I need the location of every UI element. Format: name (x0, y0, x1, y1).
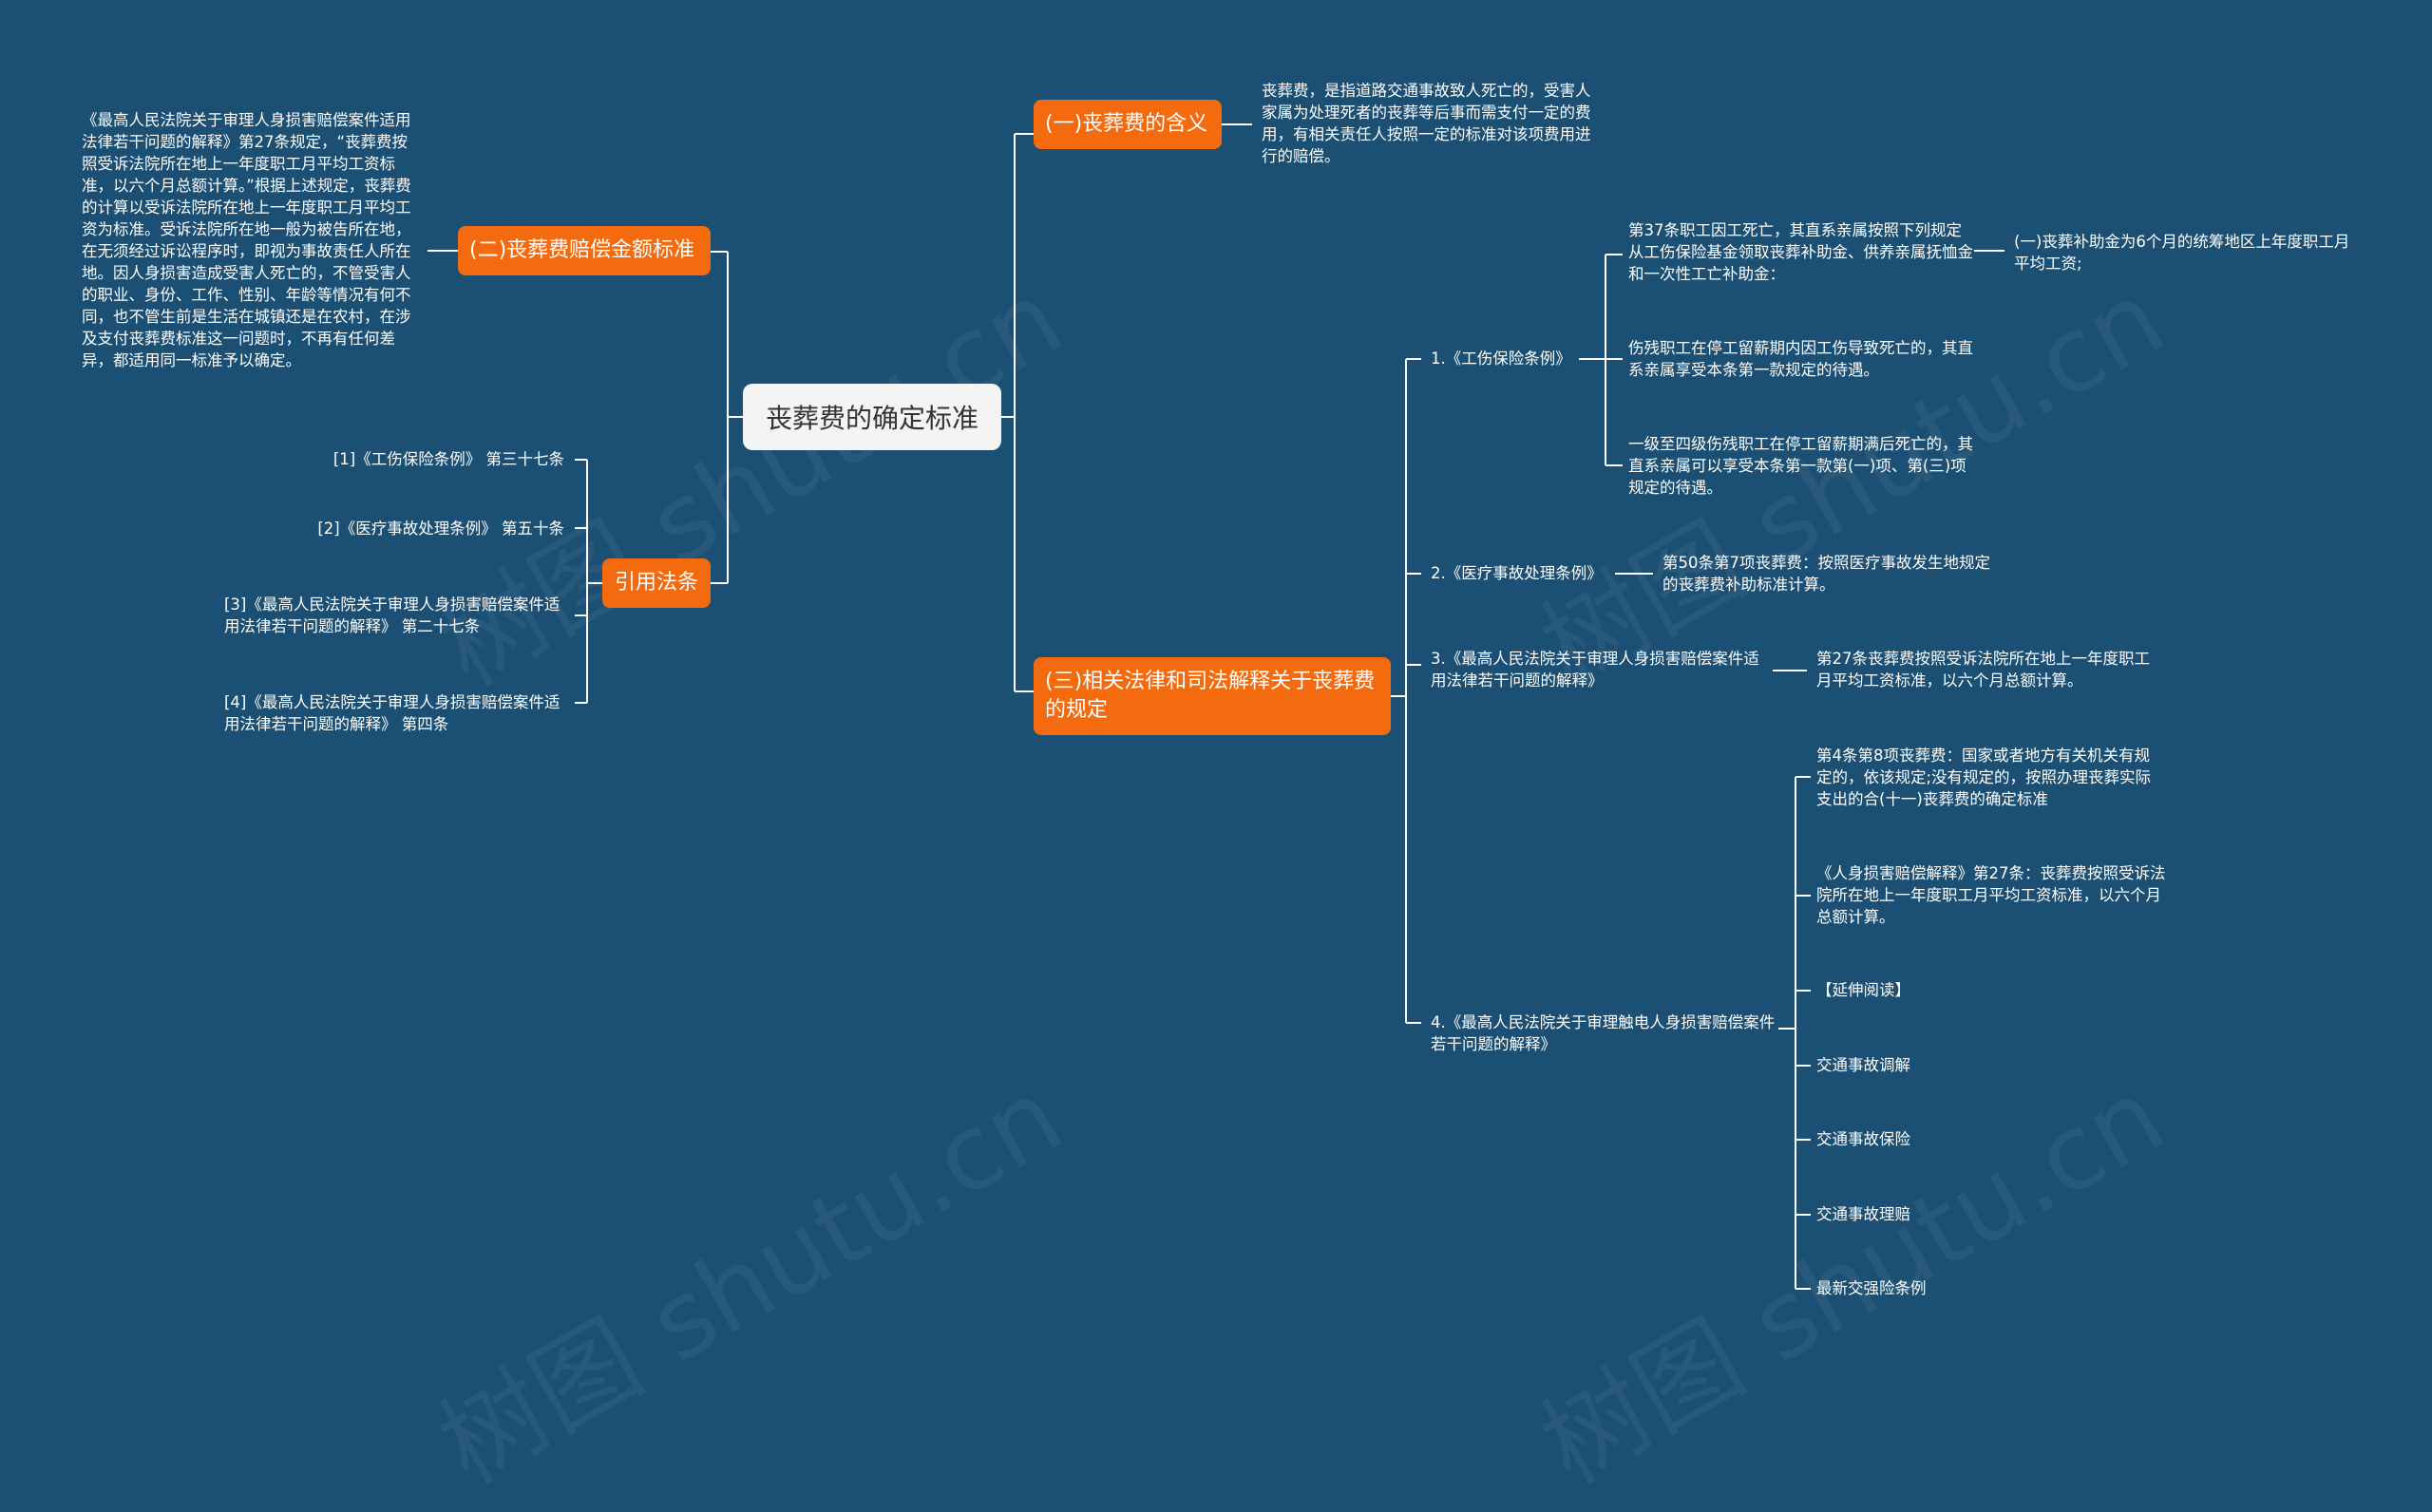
meaning-detail: 丧葬费，是指道路交通事故致人死亡的，受害人家属为处理死者的丧葬等后事而需支付一定… (1262, 82, 1591, 165)
law-item-4: 4.《最高人民法院关于审理触电人身损害赔偿案件若干问题的解释》 (1431, 1013, 1776, 1053)
law1-detail: 第37条职工因工死亡，其直系亲属按照下列规定从工伤保险基金领取丧葬补助金、供养亲… (1628, 221, 1973, 283)
law4-link[interactable]: 交通事故保险 (1816, 1128, 2006, 1150)
law3-detail: 第27条丧葬费按照受诉法院所在地上一年度职工月平均工资标准，以六个月总额计算。 (1816, 650, 2150, 690)
law2-detail: 第50条第7项丧葬费：按照医疗事故发生地规定的丧葬费补助标准计算。 (1662, 554, 1990, 594)
law4-link[interactable]: 最新交强险条例 (1816, 1277, 2006, 1299)
cited-item: [1]《工伤保险条例》 第三十七条 (332, 450, 564, 468)
law1-sub-detail: (一)丧葬补助金为6个月的统筹地区上年度职工月平均工资; (2014, 233, 2350, 273)
standard-detail: 《最高人民法院关于审理人身损害赔偿案件适用法律若干问题的解释》第27条规定，“丧… (82, 111, 411, 369)
law4-detail: 【延伸阅读】 (1816, 981, 1910, 999)
law-item-1: 1.《工伤保险条例》 (1431, 350, 1571, 368)
law4-detail: 第4条第8项丧葬费：国家或者地方有关机关有规定的，依该规定;没有规定的，按照办理… (1816, 747, 2152, 808)
mind-map-canvas: 树图 shutu.cn 树图 shutu.cn 树图 shutu.cn 树图 s… (0, 0, 2432, 1507)
law1-detail: 一级至四级伤残职工在停工留薪期满后死亡的，其直系亲属可以享受本条第一款第(一)项… (1628, 435, 1973, 497)
topic-cited[interactable]: 引用法条 (602, 558, 711, 608)
cited-item: [3]《最高人民法院关于审理人身损害赔偿案件适用法律若干问题的解释》 第二十七条 (224, 595, 560, 635)
cited-item: [4]《最高人民法院关于审理人身损害赔偿案件适用法律若干问题的解释》 第四条 (224, 693, 560, 733)
topic-meaning[interactable]: (一)丧葬费的含义 (1034, 100, 1222, 149)
law4-detail: 《人身损害赔偿解释》第27条：丧葬费按照受诉法院所在地上一年度职工月平均工资标准… (1816, 864, 2166, 926)
law1-detail: 伤残职工在停工留薪期内因工伤导致死亡的，其直系亲属享受本条第一款规定的待遇。 (1628, 339, 1973, 379)
law4-link[interactable]: 交通事故理赔 (1816, 1203, 2006, 1225)
root-topic[interactable]: 丧葬费的确定标准 (743, 384, 1001, 450)
law-item-2: 2.《医疗事故处理条例》 (1431, 564, 1603, 582)
topic-laws[interactable]: (三)相关法律和司法解释关于丧葬费的规定 (1034, 657, 1391, 735)
topic-standard[interactable]: (二)丧葬费赔偿金额标准 (458, 226, 711, 275)
law4-link[interactable]: 交通事故调解 (1816, 1054, 2006, 1076)
cited-item: [2]《医疗事故处理条例》 第五十条 (317, 520, 564, 538)
law-item-3: 3.《最高人民法院关于审理人身损害赔偿案件适用法律若干问题的解释》 (1431, 650, 1759, 690)
